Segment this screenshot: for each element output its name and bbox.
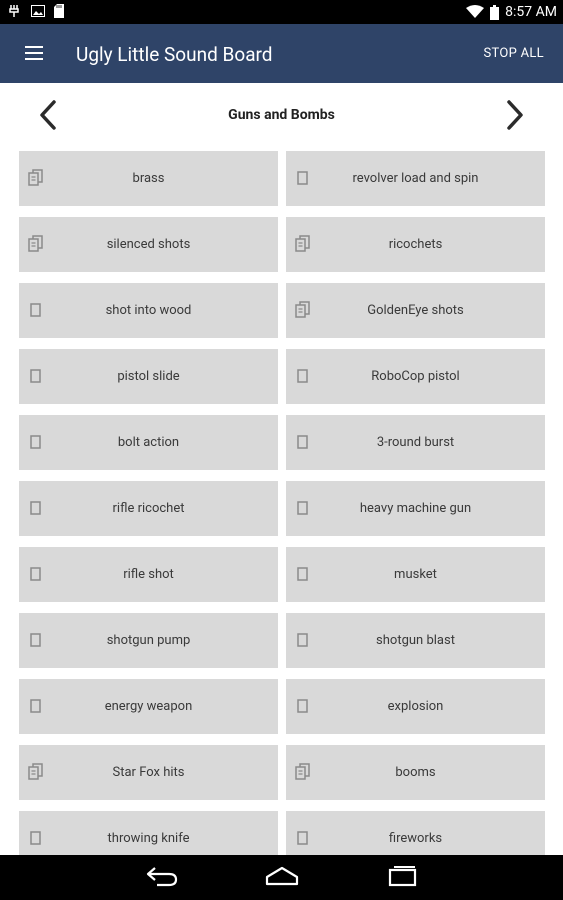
single-sound-icon <box>297 171 308 185</box>
sound-label: rifle ricochet <box>112 501 185 516</box>
single-sound-icon <box>297 435 308 449</box>
sound-label: bolt action <box>117 435 180 450</box>
recents-icon[interactable] <box>386 865 418 887</box>
battery-icon <box>490 4 500 20</box>
single-sound-icon <box>297 831 308 845</box>
single-sound-icon <box>297 699 308 713</box>
status-time: 8:57 AM <box>505 4 557 20</box>
single-sound-icon <box>297 369 308 383</box>
sound-label: 3-round burst <box>376 435 455 450</box>
sound-grid: brass revolver load and spin silenced shot… <box>19 151 545 855</box>
single-sound-icon <box>30 831 41 845</box>
sound-button[interactable]: heavy machine gun <box>286 481 545 536</box>
sound-button[interactable]: shotgun blast <box>286 613 545 668</box>
sound-label: Star Fox hits <box>112 765 185 780</box>
multiple-sounds-icon <box>28 235 43 252</box>
sd-card-icon <box>54 4 64 18</box>
sound-label: GoldenEye shots <box>367 303 464 318</box>
sound-label: brass <box>132 171 165 186</box>
sound-label: musket <box>394 567 437 582</box>
sound-label: shot into wood <box>105 303 192 318</box>
app-bar: Ugly Little Sound Board STOP ALL <box>0 24 563 83</box>
single-sound-icon <box>30 501 41 515</box>
sound-button[interactable]: rifle ricochet <box>19 481 278 536</box>
status-bar: 8:57 AM <box>0 0 563 24</box>
sound-button[interactable]: pistol slide <box>19 349 278 404</box>
sound-label: shotgun pump <box>106 633 191 648</box>
sound-button[interactable]: silenced shots <box>19 217 278 272</box>
sound-label: fireworks <box>388 831 443 846</box>
single-sound-icon <box>30 567 41 581</box>
sound-label: RoboCop pistol <box>371 369 460 384</box>
sound-button[interactable]: musket <box>286 547 545 602</box>
sound-label: ricochets <box>388 237 443 252</box>
image-icon <box>31 5 45 17</box>
sound-button[interactable]: 3-round burst <box>286 415 545 470</box>
wifi-icon <box>466 5 485 18</box>
next-category-icon[interactable] <box>505 100 525 130</box>
stop-all-button[interactable]: STOP ALL <box>483 46 544 61</box>
sound-label: shotgun blast <box>376 633 455 648</box>
sound-button[interactable]: ricochets <box>286 217 545 272</box>
usb-debug-icon <box>9 5 19 17</box>
single-sound-icon <box>297 633 308 647</box>
sound-label: revolver load and spin <box>352 171 479 186</box>
sound-label: silenced shots <box>106 237 191 252</box>
single-sound-icon <box>30 633 41 647</box>
sound-button[interactable]: bolt action <box>19 415 278 470</box>
single-sound-icon <box>30 699 41 713</box>
sound-button[interactable]: shotgun pump <box>19 613 278 668</box>
sound-button[interactable]: shot into wood <box>19 283 278 338</box>
sound-button[interactable]: revolver load and spin <box>286 151 545 206</box>
sound-label: throwing knife <box>107 831 190 846</box>
sound-button[interactable]: Star Fox hits <box>19 745 278 800</box>
sound-label: heavy machine gun <box>359 501 472 516</box>
sound-button[interactable]: rifle shot <box>19 547 278 602</box>
multiple-sounds-icon <box>28 763 43 780</box>
single-sound-icon <box>30 435 41 449</box>
home-icon[interactable] <box>264 865 300 887</box>
app-title: Ugly Little Sound Board <box>76 43 273 66</box>
single-sound-icon <box>297 501 308 515</box>
multiple-sounds-icon <box>295 763 310 780</box>
sound-label: rifle shot <box>123 567 174 582</box>
sound-label: energy weapon <box>104 699 193 714</box>
sound-button[interactable]: RoboCop pistol <box>286 349 545 404</box>
single-sound-icon <box>30 303 41 317</box>
multiple-sounds-icon <box>295 235 310 252</box>
sound-label: pistol slide <box>117 369 180 384</box>
sound-button[interactable]: GoldenEye shots <box>286 283 545 338</box>
category-header: Guns and Bombs <box>0 83 563 147</box>
multiple-sounds-icon <box>28 169 43 186</box>
single-sound-icon <box>297 567 308 581</box>
category-title: Guns and Bombs <box>228 107 335 123</box>
sound-button[interactable]: explosion <box>286 679 545 734</box>
sound-button[interactable]: brass <box>19 151 278 206</box>
hamburger-menu-icon[interactable] <box>25 46 43 60</box>
single-sound-icon <box>30 369 41 383</box>
sound-button[interactable]: energy weapon <box>19 679 278 734</box>
sound-label: booms <box>395 765 436 780</box>
sound-button[interactable]: booms <box>286 745 545 800</box>
back-icon[interactable] <box>145 865 179 887</box>
sound-button[interactable]: fireworks <box>286 811 545 855</box>
multiple-sounds-icon <box>295 301 310 318</box>
sound-board: Guns and Bombs brass revolver load and sp… <box>0 83 563 855</box>
sound-label: explosion <box>387 699 444 714</box>
navigation-bar <box>0 855 563 900</box>
sound-button[interactable]: throwing knife <box>19 811 278 855</box>
